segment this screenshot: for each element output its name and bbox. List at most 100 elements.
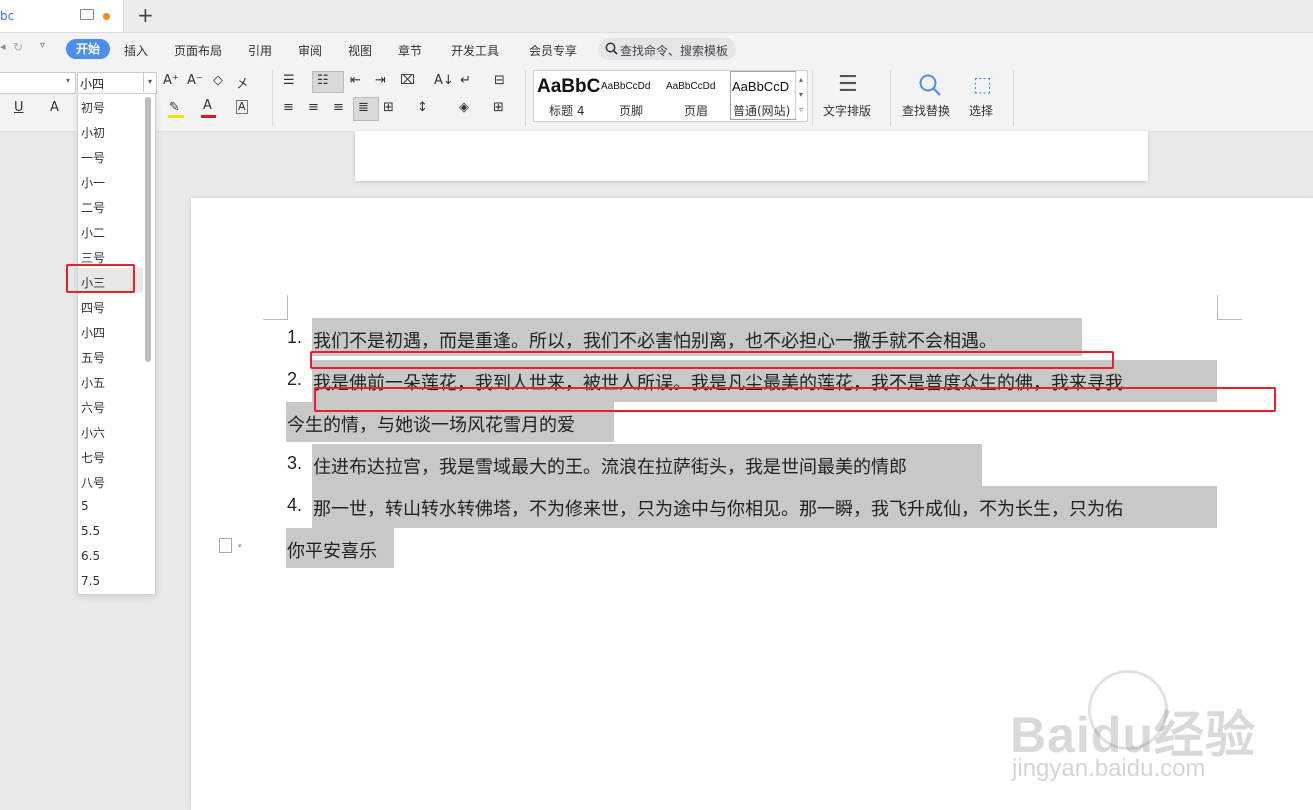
font-size-option[interactable]: 小一 [81, 174, 105, 191]
decrease-indent-icon[interactable]: ⇤ [350, 73, 361, 88]
style-normal-sample: AaBbCcD [732, 79, 790, 94]
quick-access-dropdown-icon[interactable]: ▿ [40, 40, 45, 51]
font-size-option[interactable]: 二号 [81, 199, 105, 216]
font-size-option[interactable]: 小四 [81, 324, 105, 341]
document-text-line[interactable]: 你平安喜乐 [287, 537, 377, 563]
annotation-box [310, 351, 1114, 369]
table-ruler-icon[interactable]: ⊟ [494, 73, 505, 88]
font-size-option[interactable]: 六号 [81, 399, 105, 416]
underline-icon[interactable]: U [14, 100, 24, 115]
font-size-option[interactable]: 七号 [81, 449, 105, 466]
line-spacing-icon[interactable]: ↕ [417, 100, 428, 115]
clear-format-icon[interactable]: ◇ [213, 73, 223, 88]
annotation-box [66, 264, 135, 293]
list-number: 3. [287, 453, 303, 473]
select-icon[interactable]: ⬚ [973, 72, 992, 96]
increase-indent-icon[interactable]: ⇥ [375, 73, 386, 88]
ribbon-separator [1013, 70, 1014, 126]
new-tab-button[interactable]: + [137, 3, 154, 27]
font-size-dropdown-icon[interactable]: ▾ [143, 72, 156, 92]
font-size-option[interactable]: 5.5 [81, 524, 100, 538]
font-size-option[interactable]: 一号 [81, 149, 105, 166]
style-header-name: 页眉 [684, 104, 709, 118]
document-text-line[interactable]: 住进布达拉宫，我是雪域最大的王。流浪在拉萨街头，我是世间最美的情郎 [313, 453, 907, 479]
font-size-option[interactable]: 小五 [81, 374, 105, 391]
align-center-icon[interactable]: ≡ [308, 100, 319, 115]
menu-review-tab[interactable]: 审阅 [298, 42, 322, 59]
distributed-icon[interactable]: ⊞ [383, 100, 394, 115]
ribbon-separator [890, 70, 891, 126]
font-size-option[interactable]: 小初 [81, 124, 105, 141]
align-left-icon[interactable]: ≡ [283, 100, 294, 115]
list-number: 1. [287, 327, 303, 347]
font-name-dropdown-icon[interactable]: ▾ [66, 76, 70, 85]
text-layout-label[interactable]: 文字排版 [823, 102, 871, 119]
search-icon [605, 42, 618, 55]
document-text-line[interactable]: 今生的情，与她谈一场风花雪月的爱 [287, 411, 575, 437]
font-size-option[interactable]: 7.5 [81, 574, 100, 588]
select-label[interactable]: 选择 [969, 102, 993, 119]
document-text-line[interactable]: 那一世，转山转水转佛塔，不为修来世，只为途中与你相见。那一瞬，我飞升成仙，不为长… [313, 495, 1123, 521]
font-name-field[interactable] [0, 72, 76, 94]
text-effect-icon[interactable]: A [50, 100, 59, 115]
font-color-bar [201, 115, 216, 118]
menu-member-tab[interactable]: 会员专享 [529, 42, 577, 59]
unsaved-dot-icon [103, 13, 110, 20]
sort-icon[interactable]: A↓ [434, 73, 454, 88]
annotation-box [314, 387, 1276, 412]
menu-start-tab[interactable]: 开始 [66, 39, 110, 59]
command-search-placeholder: 查找命令、搜索模板 [620, 44, 729, 58]
dropdown-scrollbar[interactable] [145, 97, 151, 362]
paragraph-handle-dropdown-icon[interactable]: ▾ [238, 542, 242, 550]
font-size-value: 小四 [80, 77, 105, 91]
font-size-option[interactable]: 5 [81, 499, 89, 513]
paragraph-handle-icon[interactable] [219, 538, 232, 553]
text-layout-icon[interactable]: ☰ [838, 72, 858, 97]
font-size-option[interactable]: 小二 [81, 224, 105, 241]
style-header-sample: AaBbCcDd [666, 81, 716, 92]
numbered-list-icon: ☷ [317, 73, 329, 88]
undo-icon[interactable]: ◂ [0, 40, 6, 53]
find-replace-label[interactable]: 查找替换 [902, 102, 950, 119]
highlight-icon[interactable]: ✎ [169, 100, 180, 115]
ribbon-separator [525, 70, 526, 126]
highlight-color-bar [168, 115, 184, 118]
menu-insert-tab[interactable]: 插入 [124, 42, 148, 59]
redo-icon[interactable]: ↻ [13, 40, 23, 54]
monitor-icon[interactable] [80, 9, 94, 20]
style-footer-name: 页脚 [619, 104, 644, 118]
ribbon-separator [272, 70, 273, 126]
show-marks-icon[interactable]: ↵ [460, 73, 471, 88]
shading-icon[interactable]: ◈ [459, 100, 469, 115]
justify-icon: ≣ [358, 100, 369, 115]
style-normal-name: 普通(网站) [733, 104, 791, 118]
border-icon[interactable]: ⊞ [493, 100, 504, 115]
style-heading4-name: 标题 4 [549, 104, 585, 118]
style-heading4-sample: AaBbC [537, 76, 601, 97]
grow-font-icon[interactable]: A⁺ [163, 73, 179, 88]
chinese-layout-icon[interactable]: ⌧ [400, 73, 415, 88]
font-size-option[interactable]: 八号 [81, 474, 105, 491]
document-text-line[interactable]: 我们不是初遇，而是重逢。所以，我们不必害怕别离，也不必担心一撒手就不会相遇。 [313, 327, 997, 353]
font-size-option[interactable]: 初号 [81, 99, 105, 116]
menu-page-layout-tab[interactable]: 页面布局 [174, 42, 222, 59]
phonetic-guide-icon[interactable]: 㐅 [236, 73, 249, 92]
font-size-option[interactable]: 6.5 [81, 549, 100, 563]
char-border-icon[interactable]: A [236, 100, 248, 114]
document-tab-title: bc [0, 9, 15, 23]
shrink-font-icon[interactable]: A⁻ [187, 73, 203, 88]
font-size-option[interactable]: 五号 [81, 349, 105, 366]
previous-page [355, 131, 1148, 181]
menu-view-tab[interactable]: 视图 [348, 42, 372, 59]
font-color-icon[interactable]: A [203, 98, 212, 113]
style-gallery-scroll[interactable]: ▴ ▾ ▿ [795, 72, 806, 118]
align-right-icon[interactable]: ≡ [333, 100, 344, 115]
menu-references-tab[interactable]: 引用 [248, 42, 272, 59]
font-size-option[interactable]: 四号 [81, 299, 105, 316]
menu-section-tab[interactable]: 章节 [398, 42, 422, 59]
bullet-list-icon[interactable]: ☰ [283, 73, 295, 88]
font-size-option[interactable]: 小六 [81, 424, 105, 441]
find-replace-icon[interactable] [918, 73, 942, 97]
menu-developer-tab[interactable]: 开发工具 [451, 42, 499, 59]
ribbon-separator [812, 70, 813, 126]
